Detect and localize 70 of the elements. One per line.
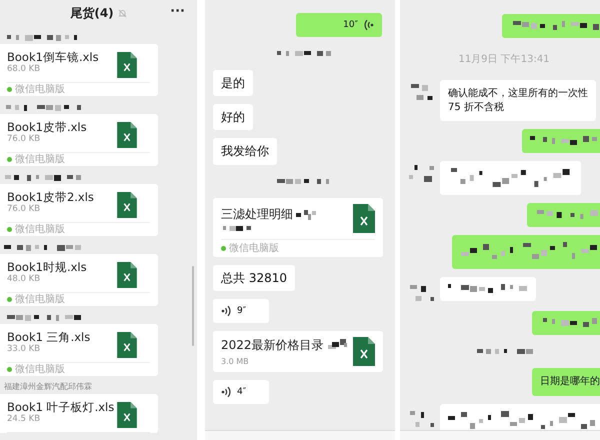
file-name: Book1皮带.xls xyxy=(7,120,87,134)
file-name: 2022最新价格目录 xyxy=(221,336,324,354)
source-label: 微信电脑版 xyxy=(15,153,65,166)
file-name: Book1 三角.xls xyxy=(7,330,90,344)
file-size: 76.0 KB xyxy=(7,204,42,215)
app-source-icon xyxy=(7,157,12,162)
pixelated-text xyxy=(326,339,347,352)
app-source-icon xyxy=(7,87,12,92)
voice-message[interactable]: 4″ xyxy=(213,380,269,404)
spreadsheet-file-icon xyxy=(117,262,137,288)
voice-icon xyxy=(221,304,231,317)
file-size: 76.0 KB xyxy=(7,134,42,145)
spreadsheet-file-icon xyxy=(117,52,137,78)
file-size: 68.0 KB xyxy=(7,64,42,75)
file-size: 3.0 MB xyxy=(221,356,250,366)
pixelated-text xyxy=(540,318,600,328)
scrollbar[interactable] xyxy=(192,266,194,346)
pixelated-text xyxy=(530,136,600,146)
file-card[interactable]: 三滤处理明细 微信电脑版 xyxy=(213,198,383,257)
file-name: Book1时规.xls xyxy=(7,260,87,274)
input-bar[interactable] xyxy=(205,430,395,440)
file-name: Book1皮带2.xls xyxy=(7,190,94,204)
timestamp: 11月9日 下午13:41 xyxy=(458,53,550,66)
file-card[interactable]: Book1皮带2.xls 76.0 KB 微信电脑版 xyxy=(0,184,158,236)
voice-icon xyxy=(364,19,374,31)
spreadsheet-file-icon xyxy=(353,336,375,366)
file-size: 24.5 KB xyxy=(7,414,42,425)
message-bubble: 我发给你 xyxy=(213,138,277,165)
voice-message[interactable]: 10″ xyxy=(296,13,382,37)
spreadsheet-file-icon xyxy=(353,204,375,233)
source-label: 微信电脑版 xyxy=(15,293,65,306)
file-card[interactable]: Book1时规.xls 48.0 KB 微信电脑版 xyxy=(0,254,158,306)
message-bubble: 好的 xyxy=(213,104,253,130)
pixelated-timestamp xyxy=(474,349,534,354)
file-card[interactable]: Book1 三角.xls 33.0 KB 微信电脑版 xyxy=(0,324,158,376)
file-name: Book1倒车镜.xls xyxy=(7,50,99,64)
file-card[interactable]: 2022最新价格目录 3.0 MB xyxy=(213,330,383,372)
message-bubble: 是的 xyxy=(213,70,253,96)
chat-title: 尾货(4) xyxy=(70,4,114,22)
app-source-icon xyxy=(221,246,226,251)
app-source-icon xyxy=(7,367,12,372)
pixelated-text xyxy=(296,208,316,220)
input-bar[interactable] xyxy=(400,430,600,440)
spreadsheet-file-icon xyxy=(117,402,137,428)
file-size: 33.0 KB xyxy=(7,344,42,355)
more-menu-button[interactable]: ··· xyxy=(170,4,185,19)
app-source-icon xyxy=(7,227,12,232)
source-label: 微信电脑版 xyxy=(229,242,279,256)
source-label: 微信电脑版 xyxy=(15,83,65,96)
spreadsheet-file-icon xyxy=(117,332,137,358)
source-label: 微信电脑版 xyxy=(15,363,65,376)
spreadsheet-file-icon xyxy=(117,192,137,218)
source-label: 微信电脑版 xyxy=(15,223,65,236)
sender-name: 福建漳州金辉汽配邱伟霖 xyxy=(3,381,93,393)
app-source-icon xyxy=(7,297,12,302)
message-bubble: 确认能成不，这里所有的一次性 75 折不含税 xyxy=(440,80,596,121)
pixelated-timestamp xyxy=(274,51,334,56)
file-name: 三滤处理明细 xyxy=(221,206,293,223)
pixelated-file-size xyxy=(221,226,251,231)
message-bubble: 总共 32810 xyxy=(213,264,295,291)
message-bubble: 日期是哪年的 xyxy=(532,368,600,396)
pixelated-text xyxy=(535,210,600,220)
file-name: Book1 叶子板灯.xls xyxy=(7,400,114,414)
voice-icon xyxy=(221,386,231,398)
file-card[interactable]: Book1倒车镜.xls 68.0 KB 微信电脑版 xyxy=(0,44,158,96)
voice-message[interactable]: 9″ xyxy=(213,298,269,323)
file-size: 48.0 KB xyxy=(7,274,42,285)
file-card[interactable]: Book1 叶子板灯.xls 24.5 KB xyxy=(0,394,158,433)
spreadsheet-file-icon xyxy=(117,122,137,148)
file-card[interactable]: Book1皮带.xls 76.0 KB 微信电脑版 xyxy=(0,114,158,166)
